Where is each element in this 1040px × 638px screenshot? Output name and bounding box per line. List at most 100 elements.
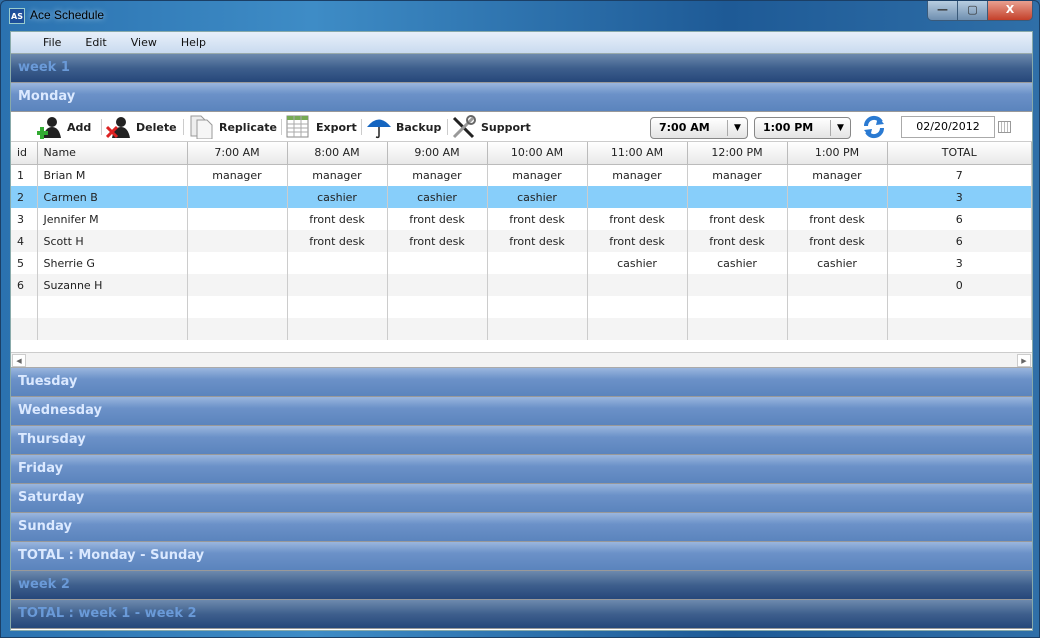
scroll-right-icon[interactable]: ▶ <box>1017 354 1031 367</box>
day-header[interactable]: Wednesday <box>11 397 1032 426</box>
table-cell[interactable] <box>587 296 688 318</box>
table-cell[interactable]: manager <box>687 164 788 186</box>
total-weeks-header[interactable]: TOTAL : week 1 - week 2 <box>11 600 1032 629</box>
table-cell[interactable]: Suzanne H <box>37 274 188 296</box>
table-cell[interactable] <box>187 318 288 340</box>
table-cell[interactable]: cashier <box>487 186 588 208</box>
table-cell[interactable]: 4 <box>11 230 38 252</box>
table-cell[interactable] <box>187 252 288 274</box>
table-cell[interactable]: 3 <box>887 186 1032 208</box>
table-cell[interactable]: front desk <box>787 230 888 252</box>
column-header[interactable]: 11:00 AM <box>587 142 688 165</box>
table-cell[interactable] <box>687 274 788 296</box>
column-header[interactable]: 10:00 AM <box>487 142 588 165</box>
table-cell[interactable] <box>487 252 588 274</box>
column-header[interactable]: 9:00 AM <box>387 142 488 165</box>
table-cell[interactable]: front desk <box>587 208 688 230</box>
table-cell[interactable]: manager <box>187 164 288 186</box>
table-cell[interactable] <box>587 318 688 340</box>
table-cell[interactable]: Jennifer M <box>37 208 188 230</box>
table-cell[interactable]: manager <box>487 164 588 186</box>
table-cell[interactable]: cashier <box>687 252 788 274</box>
table-cell[interactable] <box>587 274 688 296</box>
table-cell[interactable] <box>287 274 388 296</box>
menu-help[interactable]: Help <box>169 32 218 53</box>
horizontal-scrollbar[interactable]: ◀ ▶ <box>11 352 1032 368</box>
column-header[interactable]: TOTAL <box>887 142 1032 165</box>
table-row[interactable]: 2 Carmen Bcashier cashier cashier 3 <box>11 186 1032 208</box>
table-cell[interactable] <box>187 274 288 296</box>
minimize-button[interactable]: — <box>928 1 958 20</box>
maximize-button[interactable]: ▢ <box>958 1 988 20</box>
table-cell[interactable] <box>287 318 388 340</box>
column-header[interactable]: Name <box>37 142 188 165</box>
table-cell[interactable] <box>387 296 488 318</box>
calendar-icon[interactable] <box>998 121 1011 133</box>
table-row[interactable] <box>11 318 1032 340</box>
support-button[interactable]: Support <box>451 115 531 139</box>
week-2-header[interactable]: week 2 <box>11 571 1032 600</box>
table-cell[interactable]: 1 <box>11 164 38 186</box>
table-cell[interactable] <box>887 318 1032 340</box>
table-row[interactable] <box>11 296 1032 318</box>
refresh-icon[interactable] <box>862 115 886 142</box>
menu-view[interactable]: View <box>119 32 169 53</box>
table-cell[interactable] <box>687 318 788 340</box>
table-cell[interactable] <box>387 252 488 274</box>
table-cell[interactable] <box>187 230 288 252</box>
export-button[interactable]: Export <box>286 115 357 139</box>
table-cell[interactable]: manager <box>587 164 688 186</box>
table-cell[interactable] <box>587 186 688 208</box>
column-header[interactable]: 7:00 AM <box>187 142 288 165</box>
day-header[interactable]: Sunday <box>11 513 1032 542</box>
table-cell[interactable] <box>787 318 888 340</box>
title-bar[interactable]: AS Ace Schedule — ▢ X <box>1 1 1040 31</box>
table-cell[interactable]: 6 <box>887 208 1032 230</box>
date-input[interactable]: 02/20/2012 <box>901 116 995 138</box>
replicate-button[interactable]: Replicate <box>189 115 277 140</box>
table-cell[interactable]: front desk <box>387 230 488 252</box>
table-cell[interactable] <box>687 296 788 318</box>
day-header[interactable]: Tuesday <box>11 368 1032 397</box>
table-cell[interactable]: 0 <box>887 274 1032 296</box>
day-header[interactable]: Saturday <box>11 484 1032 513</box>
column-header[interactable]: 8:00 AM <box>287 142 388 165</box>
table-cell[interactable] <box>11 318 38 340</box>
week-1-header[interactable]: week 1 <box>11 54 1032 83</box>
day-header[interactable]: Thursday <box>11 426 1032 455</box>
table-row[interactable]: 5 Sherrie Gcashier cashier cashier 3 <box>11 252 1032 274</box>
table-cell[interactable]: 6 <box>11 274 38 296</box>
table-cell[interactable]: Sherrie G <box>37 252 188 274</box>
table-cell[interactable] <box>37 296 188 318</box>
table-cell[interactable]: front desk <box>487 230 588 252</box>
table-cell[interactable] <box>787 186 888 208</box>
table-cell[interactable] <box>687 186 788 208</box>
table-cell[interactable]: 7 <box>887 164 1032 186</box>
table-cell[interactable]: front desk <box>687 230 788 252</box>
table-cell[interactable] <box>787 274 888 296</box>
table-cell[interactable]: cashier <box>387 186 488 208</box>
table-cell[interactable] <box>487 274 588 296</box>
table-cell[interactable]: Brian M <box>37 164 188 186</box>
day-header[interactable]: TOTAL : Monday - Sunday <box>11 542 1032 571</box>
table-cell[interactable]: front desk <box>587 230 688 252</box>
delete-button[interactable]: Delete <box>105 115 177 139</box>
table-cell[interactable]: 5 <box>11 252 38 274</box>
table-cell[interactable]: 3 <box>11 208 38 230</box>
table-cell[interactable] <box>487 296 588 318</box>
table-cell[interactable]: 3 <box>887 252 1032 274</box>
day-header[interactable]: Friday <box>11 455 1032 484</box>
table-cell[interactable] <box>187 208 288 230</box>
table-cell[interactable]: front desk <box>387 208 488 230</box>
column-header[interactable]: 1:00 PM <box>787 142 888 165</box>
table-cell[interactable]: cashier <box>287 186 388 208</box>
monday-header[interactable]: Monday <box>11 83 1032 112</box>
table-cell[interactable]: front desk <box>287 230 388 252</box>
table-cell[interactable]: manager <box>287 164 388 186</box>
menu-file[interactable]: File <box>31 32 73 53</box>
table-cell[interactable] <box>11 296 38 318</box>
table-cell[interactable] <box>887 296 1032 318</box>
table-cell[interactable]: Carmen B <box>37 186 188 208</box>
menu-edit[interactable]: Edit <box>73 32 118 53</box>
table-cell[interactable]: 2 <box>11 186 38 208</box>
